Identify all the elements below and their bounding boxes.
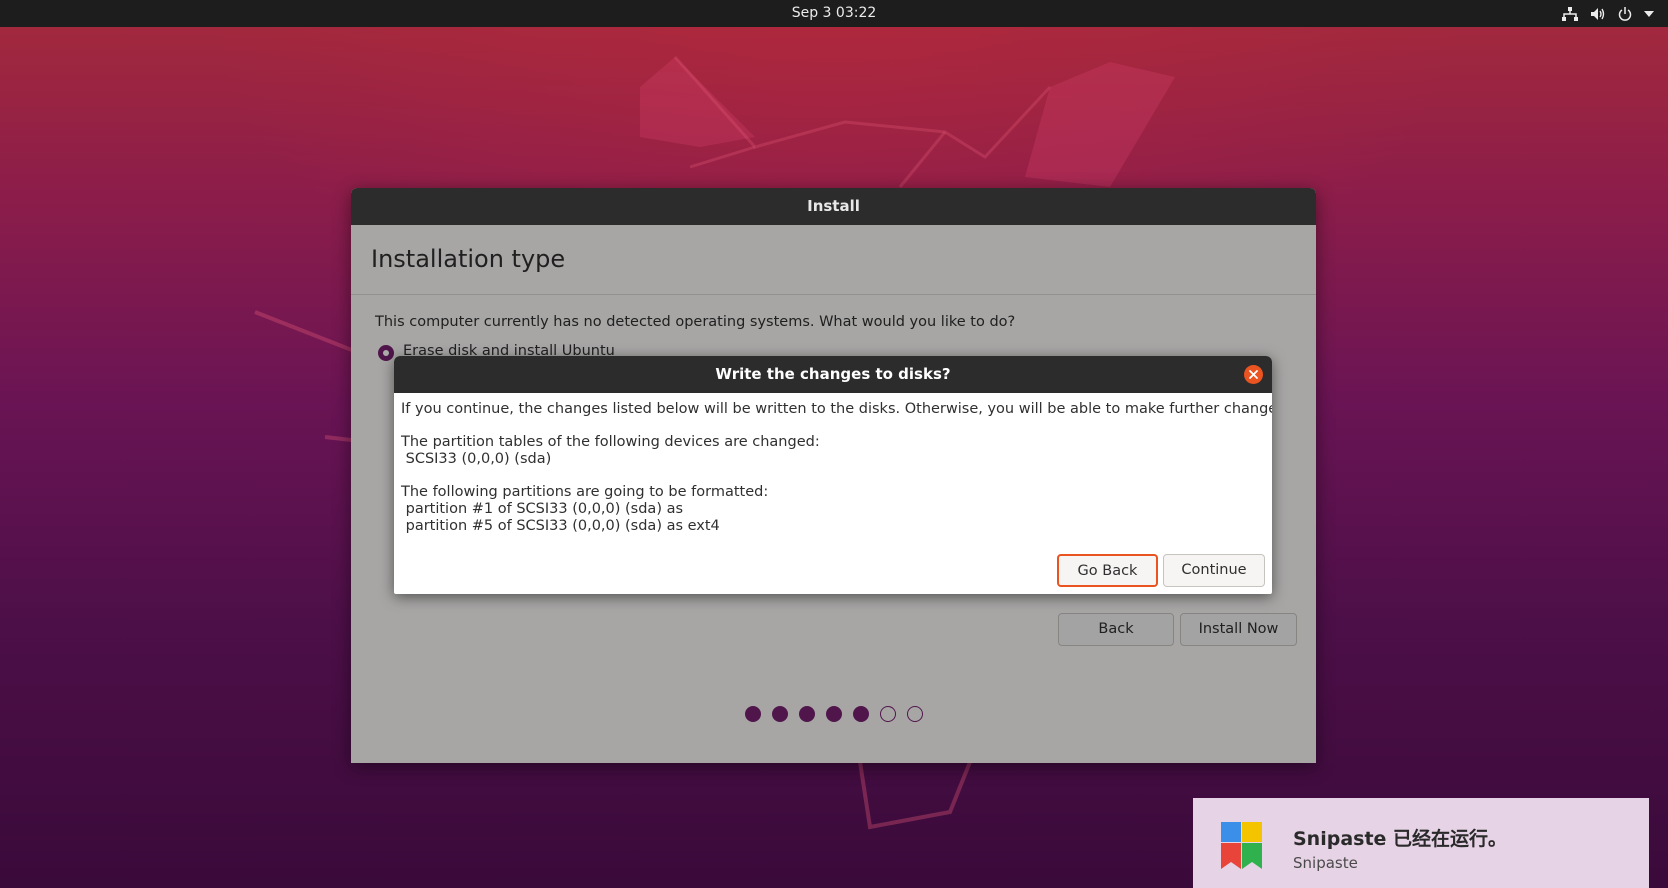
network-icon[interactable] bbox=[1562, 6, 1578, 21]
power-icon[interactable] bbox=[1618, 6, 1632, 21]
continue-button[interactable]: Continue bbox=[1163, 554, 1265, 587]
partition-tables-device: SCSI33 (0,0,0) (sda) bbox=[401, 451, 552, 467]
notification-popup[interactable]: Snipaste 已经在运行。 Snipaste bbox=[1193, 798, 1649, 888]
snipaste-logo-icon bbox=[1221, 822, 1263, 880]
close-icon[interactable] bbox=[1244, 365, 1263, 384]
write-changes-dialog: Write the changes to disks? If you conti… bbox=[394, 356, 1272, 594]
partition-tables-heading: The partition tables of the following de… bbox=[401, 434, 820, 450]
formatted-heading: The following partitions are going to be… bbox=[401, 484, 769, 500]
formatted-item: partition #1 of SCSI33 (0,0,0) (sda) as bbox=[401, 501, 684, 517]
dialog-title: Write the changes to disks? bbox=[715, 365, 951, 383]
notification-title: Snipaste 已经在运行。 bbox=[1293, 828, 1508, 850]
dialog-message: If you continue, the changes listed belo… bbox=[401, 401, 1272, 535]
go-back-button[interactable]: Go Back bbox=[1057, 554, 1158, 587]
dialog-intro: If you continue, the changes listed belo… bbox=[401, 401, 1272, 417]
formatted-item: partition #5 of SCSI33 (0,0,0) (sda) as … bbox=[401, 518, 720, 534]
system-tray[interactable] bbox=[1562, 0, 1654, 27]
volume-icon[interactable] bbox=[1590, 7, 1606, 21]
dialog-titlebar: Write the changes to disks? bbox=[394, 356, 1272, 393]
notification-subtitle: Snipaste bbox=[1293, 854, 1358, 872]
window-title: Install bbox=[351, 188, 1316, 225]
menu-arrow-icon[interactable] bbox=[1644, 10, 1654, 18]
top-panel: Sep 3 03:22 bbox=[0, 0, 1668, 27]
clock[interactable]: Sep 3 03:22 bbox=[0, 0, 1668, 27]
